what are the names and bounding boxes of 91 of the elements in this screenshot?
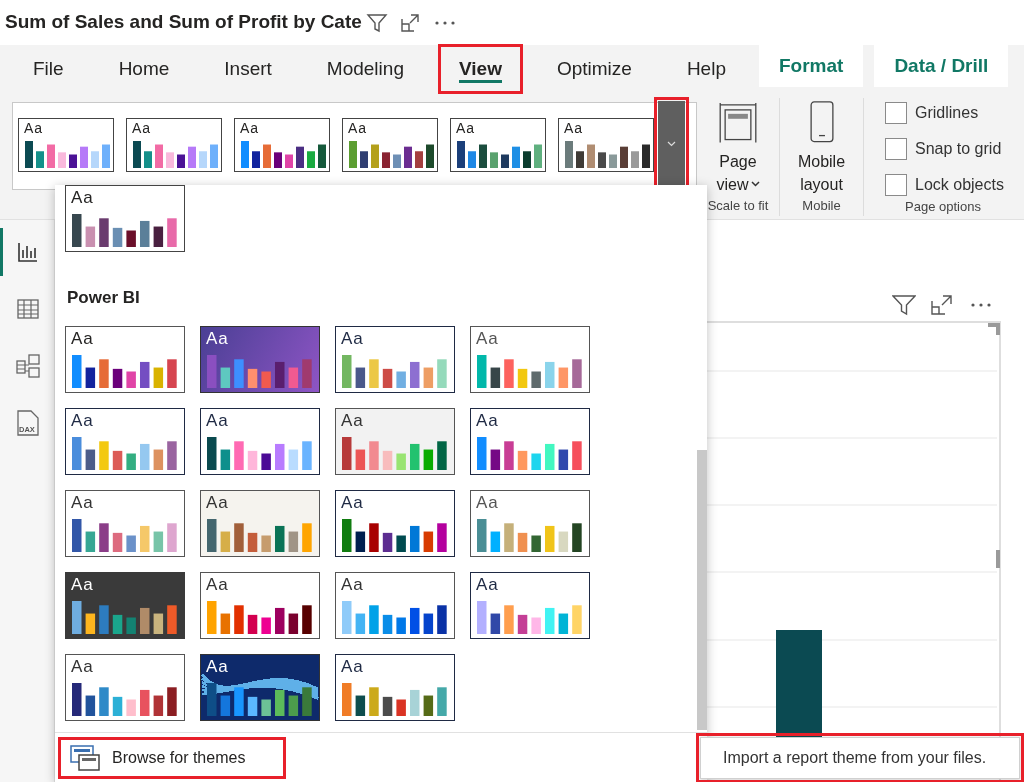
theme-swatch[interactable]: Aa	[335, 325, 455, 393]
resize-handle[interactable]	[996, 550, 1000, 568]
theme-swatch[interactable]: Aa	[65, 489, 185, 557]
theme-sample-text: Aa	[206, 655, 229, 678]
theme-swatch[interactable]: Aa	[200, 407, 320, 475]
ribbon-tab[interactable]: Data / Drill	[874, 45, 1009, 87]
ribbon-tab[interactable]: Optimize	[534, 43, 654, 95]
filter-icon[interactable]	[892, 294, 916, 316]
model-icon	[15, 354, 40, 378]
theme-sample-text: Aa	[71, 491, 94, 514]
checkbox-label[interactable]: Gridlines	[915, 101, 979, 125]
theme-swatch[interactable]: Aa	[234, 118, 330, 172]
page-view-button[interactable]: Page view	[716, 149, 760, 196]
checkbox-label[interactable]: Snap to grid	[915, 137, 1002, 161]
theme-sample-text: Aa	[206, 491, 229, 514]
theme-swatch[interactable]: Aa	[200, 653, 320, 721]
ribbon-tab[interactable]: File	[11, 43, 86, 95]
theme-sample-text: Aa	[348, 119, 368, 138]
phone-icon	[808, 100, 835, 144]
checkbox[interactable]	[885, 174, 907, 196]
theme-sample-text: Aa	[71, 573, 94, 596]
ribbon-tab[interactable]: Help	[664, 43, 748, 95]
theme-swatch[interactable]: Aa	[200, 489, 320, 557]
theme-sample-text: Aa	[341, 573, 364, 596]
visual-title: Sum of Sales and Sum of Profit by Cate	[5, 10, 362, 35]
theme-swatch[interactable]: Aa	[18, 118, 114, 172]
theme-swatch[interactable]: Aa	[65, 407, 185, 475]
theme-swatch[interactable]: Aa	[335, 407, 455, 475]
chevron-down-icon	[750, 181, 760, 187]
ribbon-tab[interactable]: Format	[758, 45, 864, 87]
theme-swatch[interactable]: Aa	[470, 489, 590, 557]
theme-swatch[interactable]: Aa	[558, 118, 654, 172]
theme-swatch[interactable]: Aa	[126, 118, 222, 172]
theme-sample-text: Aa	[132, 119, 152, 138]
checkbox[interactable]	[885, 138, 907, 160]
group-caption: Mobile	[802, 196, 841, 215]
theme-swatch[interactable]: Aa	[200, 325, 320, 393]
ribbon-tab[interactable]: View	[436, 43, 524, 95]
theme-swatch[interactable]: Aa	[65, 571, 185, 639]
theme-sample-text: Aa	[71, 409, 94, 432]
focus-mode-icon[interactable]	[931, 295, 952, 315]
focus-mode-icon[interactable]	[399, 12, 420, 33]
theme-sample-text: Aa	[240, 119, 260, 138]
bar-chart-icon	[17, 242, 38, 262]
theme-swatch[interactable]: Aa	[335, 489, 455, 557]
theme-sample-text: Aa	[206, 573, 229, 596]
theme-sample-text: Aa	[564, 119, 584, 138]
ribbon-tab[interactable]: Home	[96, 43, 192, 95]
checkbox-label[interactable]: Lock objects	[915, 173, 1004, 197]
theme-sample-text: Aa	[24, 119, 44, 138]
checkbox[interactable]	[885, 102, 907, 124]
theme-sample-text: Aa	[341, 327, 364, 350]
scrollbar[interactable]	[697, 450, 707, 730]
theme-swatch[interactable]: Aa	[450, 118, 546, 172]
ribbon-tab[interactable]: Insert	[202, 43, 294, 95]
group-caption: Scale to fit	[707, 196, 769, 215]
theme-swatch[interactable]: Aa	[65, 653, 185, 721]
theme-sample-text: Aa	[456, 119, 476, 138]
theme-swatch[interactable]: Aa	[65, 325, 185, 393]
theme-sample-text: Aa	[71, 187, 94, 209]
theme-sample-text: Aa	[476, 409, 499, 432]
theme-sample-text: Aa	[341, 655, 364, 678]
mobile-layout-button[interactable]: Mobile layout	[791, 149, 852, 196]
theme-sample-text: Aa	[341, 491, 364, 514]
more-options-icon[interactable]	[970, 302, 992, 308]
group-caption: Page options	[905, 198, 981, 216]
chevron-down-icon	[667, 140, 676, 147]
theme-sample-text: Aa	[206, 327, 229, 350]
theme-swatch[interactable]: Aa	[335, 653, 455, 721]
section-heading: Power BI	[66, 287, 141, 309]
ribbon-tab[interactable]: Modeling	[304, 43, 426, 95]
more-options-icon[interactable]	[433, 19, 456, 26]
theme-sample-text: Aa	[71, 327, 94, 350]
theme-sample-text: Aa	[476, 573, 499, 596]
theme-sample-text: Aa	[71, 655, 94, 678]
browse-icon	[70, 744, 100, 771]
theme-sample-text: Aa	[206, 409, 229, 432]
theme-swatch[interactable]: Aa	[470, 407, 590, 475]
filter-icon[interactable]	[365, 11, 388, 34]
theme-sample-text: Aa	[476, 491, 499, 514]
theme-swatch[interactable]: Aa	[65, 185, 185, 252]
browse-themes-button[interactable]: Browse for themes	[58, 736, 286, 779]
theme-swatch[interactable]: Aa	[335, 571, 455, 639]
theme-swatch[interactable]: Aa	[200, 571, 320, 639]
theme-swatch[interactable]: Aa	[470, 571, 590, 639]
theme-sample-text: Aa	[341, 409, 364, 432]
resize-handle[interactable]	[988, 323, 1000, 335]
table-icon	[16, 299, 39, 319]
theme-swatch[interactable]: Aa	[470, 325, 590, 393]
theme-sample-text: Aa	[476, 327, 499, 350]
theme-swatch[interactable]: Aa	[342, 118, 438, 172]
